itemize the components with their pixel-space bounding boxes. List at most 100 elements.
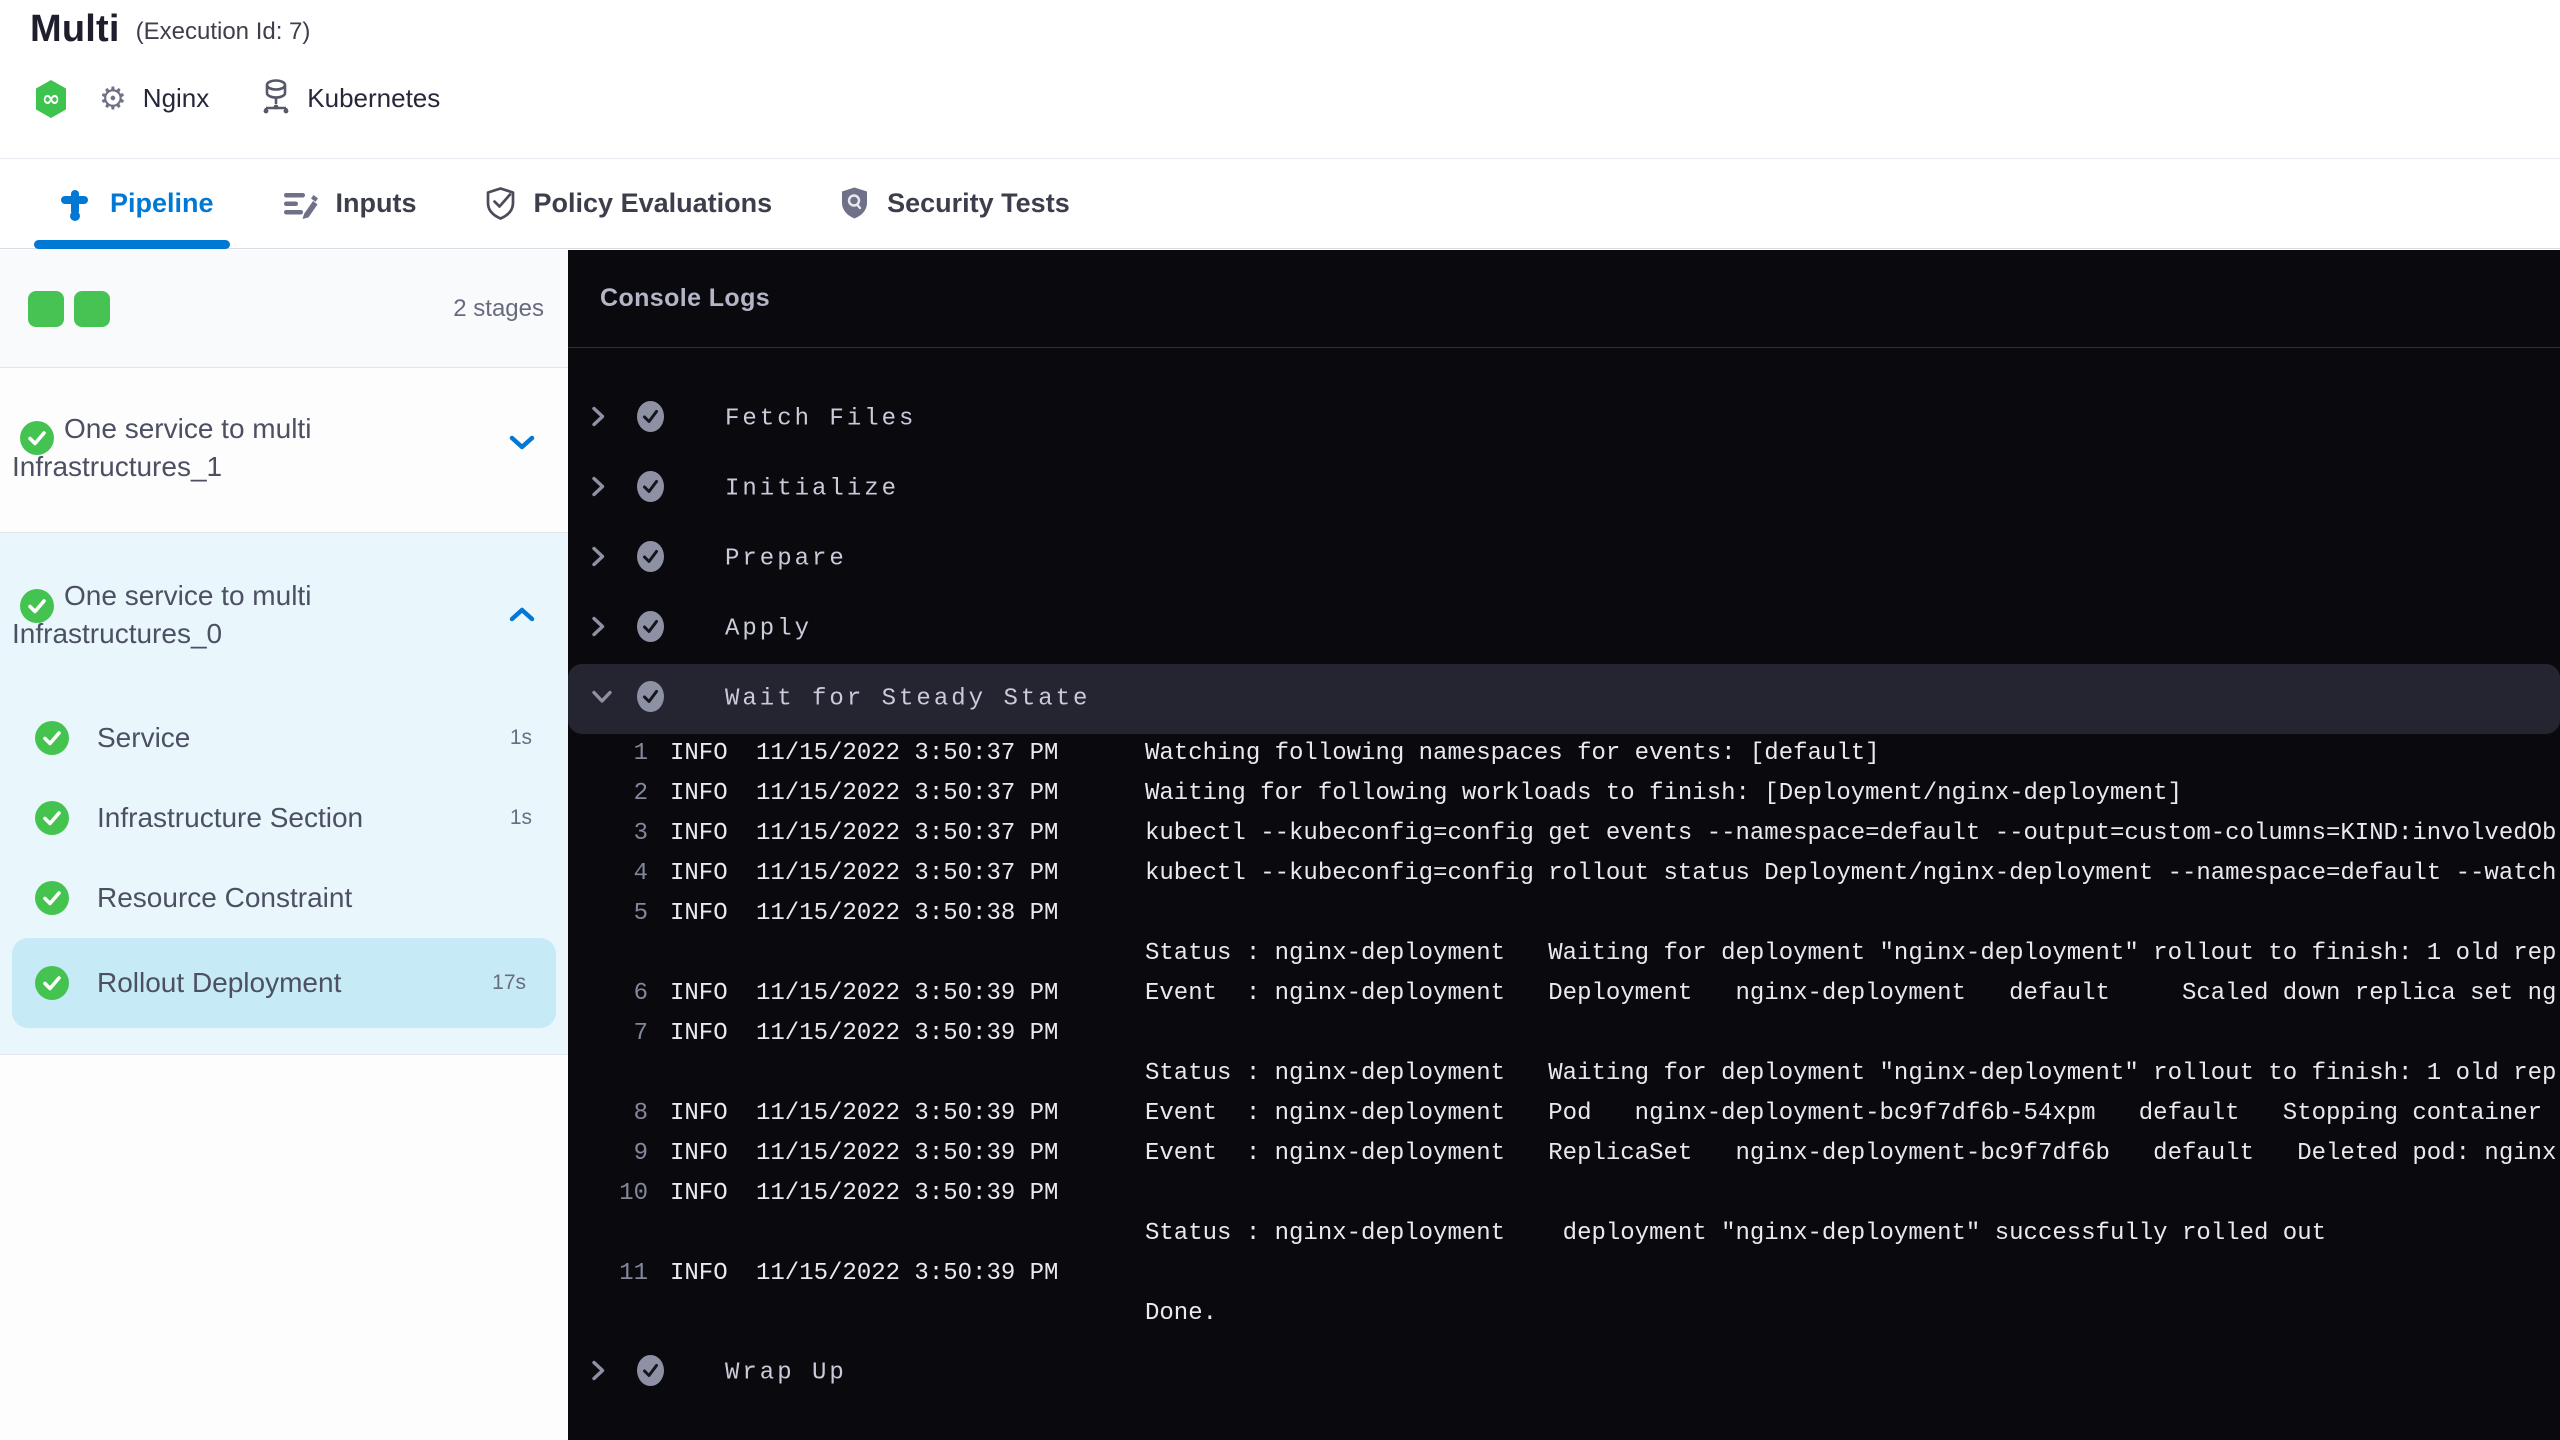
stage-step-row[interactable]: Infrastructure Section 1s [0, 778, 568, 858]
execution-header: Multi (Execution Id: 7) ∞ ⚙ Nginx Kubern… [0, 0, 2560, 158]
success-check-icon [35, 881, 69, 915]
pipeline-execution-page: Multi (Execution Id: 7) ∞ ⚙ Nginx Kubern… [0, 0, 2560, 1440]
policy-shield-check-icon [485, 186, 516, 221]
log-level: INFO [670, 1140, 728, 1167]
chevron-right-icon[interactable] [587, 612, 609, 647]
inputs-icon [282, 188, 318, 220]
stage-success-square[interactable] [28, 290, 64, 327]
chevron-down-icon[interactable] [508, 434, 536, 457]
log-line: 4 INFO 11/15/2022 3:50:37 PM kubectl --k… [568, 854, 2560, 894]
console-step-row[interactable]: Fetch Files [568, 384, 2560, 454]
execution-tabbar: Pipeline Inputs Policy Evaluations Secur… [0, 158, 2560, 249]
svg-text:∞: ∞ [42, 87, 60, 112]
log-timestamp: 11/15/2022 3:50:39 PM [756, 980, 1059, 1007]
log-level: INFO [670, 1260, 728, 1287]
execution-id: (Execution Id: 7) [135, 17, 311, 45]
console-step-row[interactable]: Initialize [568, 454, 2560, 524]
page-title: Multi [30, 8, 120, 50]
tab-pipeline[interactable]: Pipeline [34, 159, 230, 249]
log-line-number: 6 [633, 980, 648, 1007]
log-level: INFO [670, 860, 728, 887]
log-line: 1 INFO 11/15/2022 3:50:37 PM Watching fo… [568, 734, 2560, 774]
log-level: INFO [670, 740, 728, 767]
log-message: Done. [1145, 1300, 1218, 1327]
log-timestamp: 11/15/2022 3:50:39 PM [756, 1020, 1059, 1047]
step-duration: 17s [492, 971, 526, 994]
step-success-check-icon [637, 471, 664, 507]
log-timestamp: 11/15/2022 3:50:39 PM [756, 1140, 1059, 1167]
step-duration: 1s [509, 726, 532, 749]
tab-policy-evaluations-label: Policy Evaluations [533, 188, 773, 218]
stage-step-row[interactable]: Resource Constraint [0, 858, 568, 938]
step-duration: 1s [509, 806, 532, 829]
stage-item-infrastructures-0[interactable]: One service to multi Infrastructures_0 [0, 533, 568, 698]
security-shield-icon [840, 186, 869, 221]
log-line: Status : nginx-deployment Waiting for de… [568, 1054, 2560, 1094]
stage-step-row[interactable]: Service 1s [0, 698, 568, 778]
step-label: Infrastructure Section [97, 802, 364, 833]
console-title: Console Logs [600, 284, 771, 312]
console-step-row[interactable]: Apply [568, 594, 2560, 664]
log-line: 2 INFO 11/15/2022 3:50:37 PM Waiting for… [568, 774, 2560, 814]
stage-steps-list: Service 1s Infrastructure Section 1s Res… [0, 698, 568, 1028]
log-timestamp: 11/15/2022 3:50:39 PM [756, 1260, 1059, 1287]
log-line: Status : nginx-deployment Waiting for de… [568, 934, 2560, 974]
log-line: 5 INFO 11/15/2022 3:50:38 PM [568, 894, 2560, 934]
stage-group-infrastructures-0: One service to multi Infrastructures_0 S… [0, 533, 568, 1055]
chevron-right-icon[interactable] [587, 542, 609, 577]
stage-step-row[interactable]: Rollout Deployment 17s [12, 938, 556, 1028]
stage-item-infrastructures-1[interactable]: One service to multi Infrastructures_1 [0, 368, 568, 533]
log-line: 9 INFO 11/15/2022 3:50:39 PM Event : ngi… [568, 1134, 2560, 1174]
tab-inputs[interactable]: Inputs [282, 159, 417, 248]
log-line: Done. [568, 1294, 2560, 1334]
step-success-check-icon [637, 611, 664, 647]
stages-summary: 2 stages [0, 250, 568, 368]
console-step-label: Wait for Steady State [725, 685, 1091, 713]
log-line-number: 9 [633, 1140, 648, 1167]
log-line: 8 INFO 11/15/2022 3:50:39 PM Event : ngi… [568, 1094, 2560, 1134]
stages-sidebar: 2 stages One service to multi Infrastruc… [0, 250, 568, 1440]
console-step-label: Fetch Files [725, 405, 917, 433]
log-message: Status : nginx-deployment deployment "ng… [1145, 1220, 2326, 1247]
stage-label: One service to multi Infrastructures_0 [12, 580, 312, 649]
log-line-number: 8 [633, 1100, 648, 1127]
chevron-right-icon[interactable] [587, 1356, 609, 1391]
stage-success-square[interactable] [74, 290, 110, 327]
console-step-row-wrap-up[interactable]: Wrap Up [568, 1338, 2560, 1408]
log-message: Status : nginx-deployment Waiting for de… [1145, 940, 2557, 967]
log-message: Event : nginx-deployment Deployment ngin… [1145, 980, 2557, 1007]
chevron-up-icon[interactable] [508, 605, 536, 628]
log-line-number: 5 [633, 900, 648, 927]
service-gear-icon: ⚙ [99, 81, 127, 116]
stage-label: One service to multi Infrastructures_1 [12, 413, 312, 482]
log-message: kubectl --kubeconfig=config get events -… [1145, 820, 2557, 847]
log-line-number: 11 [619, 1260, 648, 1287]
log-message: kubectl --kubeconfig=config rollout stat… [1145, 860, 2557, 887]
step-success-check-icon [637, 1355, 664, 1391]
chevron-right-icon[interactable] [587, 472, 609, 507]
log-message: Watching following namespaces for events… [1145, 740, 1880, 767]
log-line-number: 1 [633, 740, 648, 767]
success-check-icon [35, 966, 69, 1000]
log-timestamp: 11/15/2022 3:50:38 PM [756, 900, 1059, 927]
tab-inputs-label: Inputs [335, 188, 417, 218]
console-steps-collapsed: Fetch Files Initialize Prepare Apply [568, 384, 2560, 664]
tab-security-tests-label: Security Tests [887, 188, 1070, 218]
log-level: INFO [670, 980, 728, 1007]
service-name: Nginx [142, 83, 210, 113]
harness-cd-icon: ∞ [33, 79, 69, 119]
log-level: INFO [670, 1020, 728, 1047]
log-line-number: 3 [633, 820, 648, 847]
log-timestamp: 11/15/2022 3:50:39 PM [756, 1100, 1059, 1127]
tab-policy-evaluations[interactable]: Policy Evaluations [485, 159, 773, 248]
log-level: INFO [670, 900, 728, 927]
tab-security-tests[interactable]: Security Tests [840, 159, 1070, 248]
environment-name: Kubernetes [307, 83, 441, 113]
console-step-row-active[interactable]: Wait for Steady State [568, 664, 2560, 734]
console-step-label: Initialize [725, 475, 900, 503]
console-step-row[interactable]: Prepare [568, 524, 2560, 594]
chevron-down-icon[interactable] [587, 686, 617, 713]
chevron-right-icon[interactable] [587, 402, 609, 437]
log-line: 3 INFO 11/15/2022 3:50:37 PM kubectl --k… [568, 814, 2560, 854]
console-step-label: Apply [725, 615, 813, 643]
